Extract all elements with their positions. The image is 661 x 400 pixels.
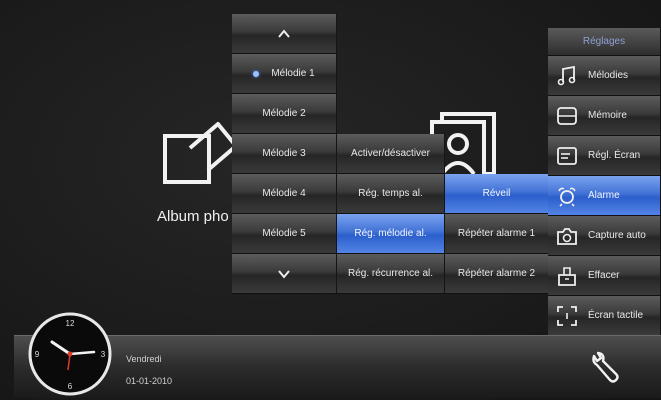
settings-item-label: Effacer bbox=[588, 270, 620, 281]
settings-item-label: Mémoire bbox=[588, 110, 627, 121]
settings-item-touchscreen[interactable]: Écran tactile bbox=[548, 296, 661, 336]
settings-item-alarm[interactable]: Alarme bbox=[548, 176, 661, 216]
melody-item-label: Mélodie 1 bbox=[271, 68, 315, 79]
settings-item-memory[interactable]: Mémoire bbox=[548, 96, 661, 136]
selected-radio-icon bbox=[253, 70, 260, 77]
erase-icon bbox=[558, 267, 576, 286]
clock-numeral-3: 3 bbox=[101, 350, 106, 359]
date-label: 01-01-2010 bbox=[126, 376, 173, 386]
alarm-settings-label: Rég. temps al. bbox=[358, 188, 423, 199]
melody-item-label: Mélodie 3 bbox=[262, 148, 306, 159]
melody-item-label: Mélodie 5 bbox=[262, 228, 306, 239]
melody-item-2[interactable]: Mélodie 2 bbox=[232, 94, 337, 134]
scroll-down-button[interactable] bbox=[232, 254, 337, 294]
melody-item-1[interactable]: Mélodie 1 bbox=[232, 54, 337, 94]
settings-item-screen[interactable]: Régl. Écran bbox=[548, 136, 661, 176]
alarm-list-label: Répéter alarme 1 bbox=[457, 228, 536, 239]
screen-icon bbox=[557, 147, 577, 165]
melody-item-4[interactable]: Mélodie 4 bbox=[232, 174, 337, 214]
clock-numeral-12: 12 bbox=[66, 319, 75, 328]
settings-item-erase[interactable]: Effacer bbox=[548, 256, 661, 296]
alarm-settings-label: Rég. récurrence al. bbox=[347, 268, 434, 279]
scroll-up-button[interactable] bbox=[232, 14, 337, 54]
settings-item-capture[interactable]: Capture auto bbox=[548, 216, 661, 256]
chevron-up-icon bbox=[278, 28, 290, 38]
music-note-icon bbox=[557, 65, 576, 86]
memory-icon bbox=[557, 107, 577, 125]
settings-item-label: Alarme bbox=[588, 190, 620, 201]
settings-item-label: Écran tactile bbox=[588, 310, 644, 321]
settings-item-label: Capture auto bbox=[588, 230, 646, 241]
clock-center bbox=[67, 351, 73, 357]
alarm-settings-label: Rég. mélodie al. bbox=[354, 228, 427, 239]
alarm-recurrence-item[interactable]: Rég. récurrence al. bbox=[337, 254, 445, 294]
alarm-repeat-2-item[interactable]: Répéter alarme 2 bbox=[445, 254, 549, 294]
touchscreen-icon bbox=[557, 306, 577, 326]
melody-item-3[interactable]: Mélodie 3 bbox=[232, 134, 337, 174]
chevron-down-icon bbox=[278, 269, 290, 279]
alarm-repeat-1-item[interactable]: Répéter alarme 1 bbox=[445, 214, 549, 254]
settings-item-label: Mélodies bbox=[588, 70, 629, 81]
settings-item-melodies[interactable]: Mélodies bbox=[548, 56, 661, 96]
clock-numeral-6: 6 bbox=[68, 382, 73, 391]
analog-clock[interactable]: 12 3 6 9 bbox=[28, 312, 112, 396]
clock-numeral-9: 9 bbox=[35, 350, 40, 359]
alarm-list-label: Réveil bbox=[482, 188, 511, 199]
wrench-icon[interactable] bbox=[588, 350, 624, 388]
alarm-melody-item[interactable]: Rég. mélodie al. bbox=[337, 214, 445, 254]
settings-title-label: Réglages bbox=[582, 36, 626, 47]
melody-item-5[interactable]: Mélodie 5 bbox=[232, 214, 337, 254]
melody-item-label: Mélodie 2 bbox=[262, 108, 306, 119]
album-icon[interactable] bbox=[160, 118, 240, 188]
camera-icon bbox=[557, 228, 577, 245]
settings-item-label: Régl. Écran bbox=[588, 150, 641, 161]
alarm-settings-label: Activer/désactiver bbox=[351, 148, 430, 159]
settings-title: Réglages bbox=[548, 28, 661, 56]
alarm-bell-icon bbox=[558, 187, 576, 207]
day-label: Vendredi bbox=[126, 354, 162, 364]
alarm-list-label: Répéter alarme 2 bbox=[457, 268, 536, 279]
alarm-time-item[interactable]: Rég. temps al. bbox=[337, 174, 445, 214]
alarm-wakeup-item[interactable]: Réveil bbox=[445, 174, 549, 214]
album-label: Album pho bbox=[157, 208, 229, 225]
melody-item-label: Mélodie 4 bbox=[262, 188, 306, 199]
alarm-toggle-item[interactable]: Activer/désactiver bbox=[337, 134, 445, 174]
